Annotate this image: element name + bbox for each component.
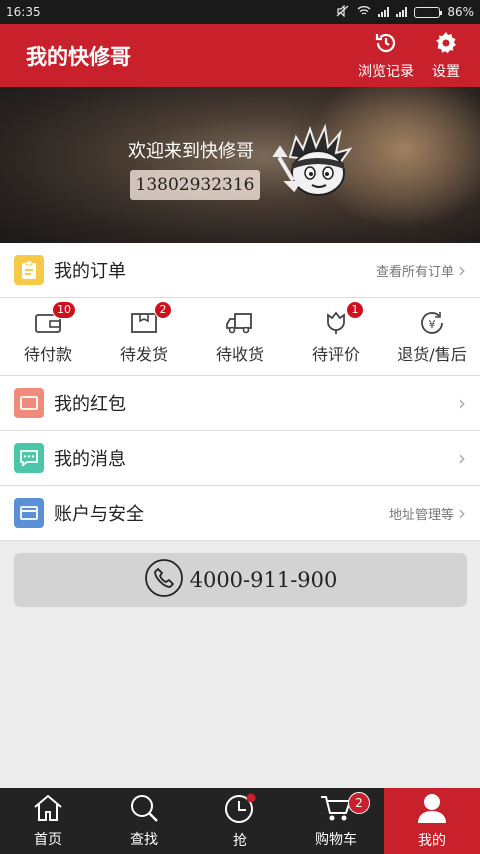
- package-icon: 2: [130, 300, 172, 337]
- wallet-icon: 10: [34, 300, 76, 337]
- hotline-button[interactable]: 4000-911-900: [14, 553, 467, 607]
- order-badge: 10: [52, 300, 76, 319]
- home-icon: [32, 793, 64, 827]
- tab-cart[interactable]: 2 购物车: [288, 788, 384, 854]
- search-icon: [128, 793, 160, 827]
- mute-icon: [336, 4, 350, 20]
- phone-icon: [144, 558, 184, 602]
- welcome-text: 欢迎来到快修哥: [128, 141, 254, 162]
- settings-label: 设置: [432, 63, 460, 80]
- tab-label: 查找: [130, 832, 158, 848]
- tab-label: 购物车: [315, 832, 357, 848]
- battery-icon: [414, 6, 443, 18]
- history-icon: [374, 31, 398, 61]
- chevron-right-icon: ›: [458, 501, 466, 525]
- tab-home[interactable]: 首页: [0, 788, 96, 854]
- gear-icon: [434, 31, 458, 61]
- my-red-packet-row[interactable]: 我的红包 ›: [0, 376, 480, 430]
- chevron-right-icon: ›: [458, 258, 466, 282]
- order-status-label: 待发货: [119, 344, 168, 364]
- status-bar: 16:35 86%: [0, 0, 480, 24]
- user-phone[interactable]: 13802932316: [130, 170, 260, 200]
- bottom-tab-bar: 首页 查找 抢 2 购物车 我的: [0, 788, 480, 854]
- order-status-label: 待收货: [215, 344, 264, 364]
- user-icon: [415, 792, 449, 828]
- page-title: 我的快修哥: [26, 44, 131, 69]
- hotline-number: 4000-911-900: [189, 568, 338, 592]
- app-header: 我的快修哥 浏览记录 设置: [0, 24, 480, 87]
- tab-label: 抢: [233, 833, 247, 849]
- message-icon: [14, 443, 44, 473]
- tab-mine[interactable]: 我的: [384, 788, 480, 854]
- status-time: 16:35: [6, 5, 41, 19]
- red-packet-label: 我的红包: [54, 394, 126, 415]
- history-button[interactable]: 浏览记录: [358, 31, 414, 81]
- flower-icon: 1: [322, 300, 364, 337]
- messages-label: 我的消息: [54, 449, 126, 470]
- battery-percent: 86%: [447, 5, 474, 19]
- my-messages-row[interactable]: 我的消息 ›: [0, 431, 480, 485]
- red-packet-icon: [14, 388, 44, 418]
- tab-label: 首页: [34, 832, 62, 848]
- my-orders-row[interactable]: 我的订单 查看所有订单 ›: [0, 243, 480, 297]
- order-status-pending-receipt[interactable]: 待收货: [192, 298, 288, 375]
- clock-icon: [223, 792, 257, 828]
- tab-grab[interactable]: 抢: [192, 788, 288, 854]
- order-badge: 2: [154, 300, 172, 319]
- order-status-label: 待付款: [23, 344, 72, 364]
- svg-text:¥: ¥: [429, 318, 436, 331]
- order-status-label: 待评价: [311, 344, 360, 364]
- divider: [0, 540, 480, 541]
- truck-icon: [225, 309, 255, 337]
- order-status-pending-shipment[interactable]: 2 待发货: [96, 298, 192, 375]
- clipboard-icon: [14, 255, 44, 285]
- order-status-label: 退货/售后: [397, 344, 467, 364]
- order-badge: 1: [346, 300, 364, 319]
- my-orders-label: 我的订单: [54, 261, 126, 282]
- card-icon: [14, 498, 44, 528]
- tab-search[interactable]: 查找: [96, 788, 192, 854]
- mascot-avatar: [270, 119, 360, 213]
- order-status-bar: 10 待付款 2 待发货 待收货 1 待评价 ¥ 退货/售后: [0, 298, 480, 375]
- refund-icon: ¥: [418, 309, 446, 337]
- wifi-icon: [357, 5, 371, 19]
- signal-icon: [378, 7, 390, 17]
- profile-banner: 欢迎来到快修哥 13802932316: [0, 87, 480, 243]
- settings-button[interactable]: 设置: [432, 31, 460, 81]
- account-hint: 地址管理等: [388, 507, 454, 523]
- account-label: 账户与安全: [54, 504, 144, 525]
- tab-label: 我的: [418, 833, 446, 849]
- order-status-refund[interactable]: ¥ 退货/售后: [384, 298, 480, 375]
- cart-badge: 2: [348, 792, 370, 814]
- order-status-pending-review[interactable]: 1 待评价: [288, 298, 384, 375]
- chevron-right-icon: ›: [458, 391, 466, 415]
- order-status-pending-payment[interactable]: 10 待付款: [0, 298, 96, 375]
- view-all-orders-link[interactable]: 查看所有订单: [376, 261, 454, 280]
- history-label: 浏览记录: [358, 63, 414, 80]
- account-security-row[interactable]: 账户与安全 地址管理等 ›: [0, 486, 480, 540]
- chevron-right-icon: ›: [458, 446, 466, 470]
- signal-icon-2: [396, 7, 408, 17]
